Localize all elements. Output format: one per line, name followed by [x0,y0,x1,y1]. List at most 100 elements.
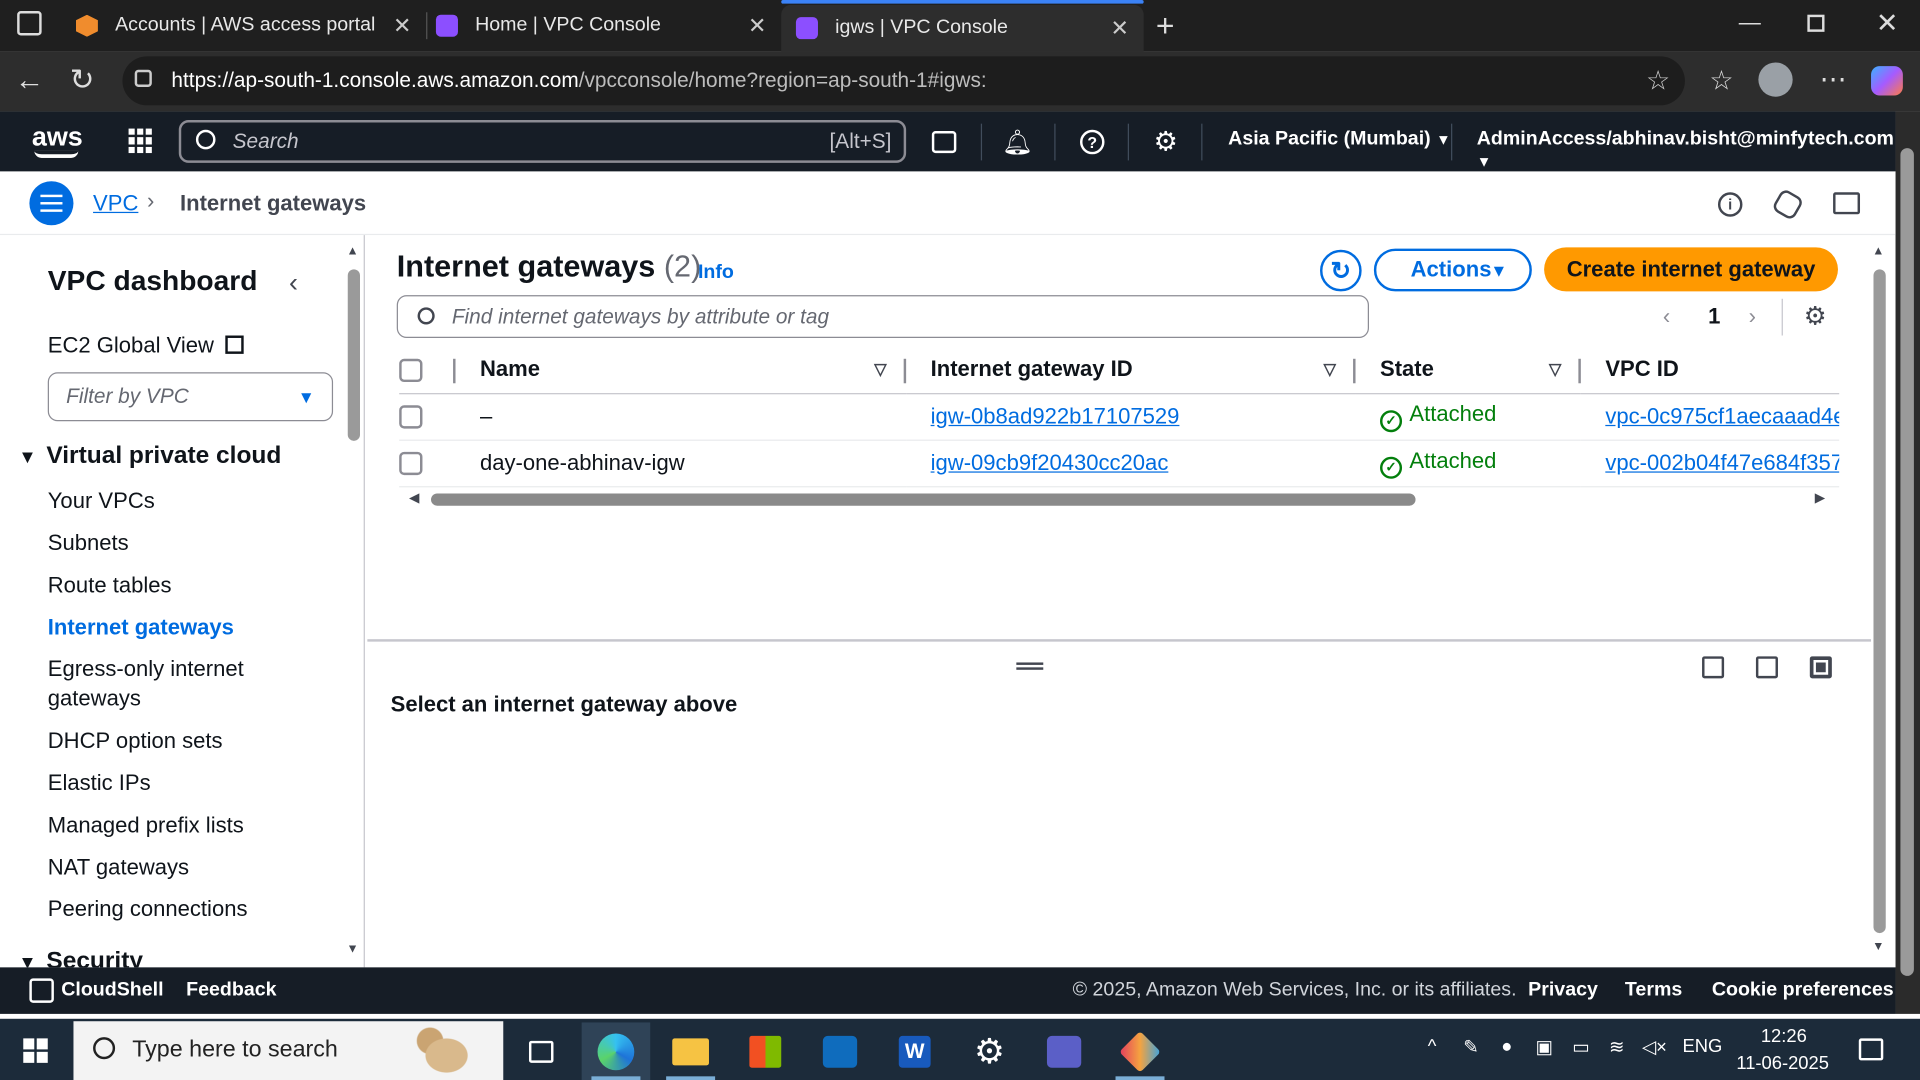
previous-page-icon[interactable]: ‹ [1663,304,1670,330]
cloudshell-link[interactable]: CloudShell [61,980,163,1002]
igw-id-link[interactable]: igw-09cb9f20430cc20ac [931,450,1169,474]
sidebar-item-your-vpcs[interactable]: Your VPCs [48,486,155,515]
sidebar-scroll-down-icon[interactable]: ▼ [347,943,359,956]
current-page-number[interactable]: 1 [1708,304,1720,330]
actions-button[interactable]: Actions ▼ [1373,248,1532,292]
vpc-id-link[interactable]: vpc-0c975cf1aecaaad4e [1605,403,1839,427]
tab-vpc-home[interactable]: Home | VPC Console ✕ [421,2,781,49]
table-row[interactable]: – igw-0b8ad922b17107529 ✓ Attached vpc-0c… [399,393,1840,441]
region-selector[interactable]: Asia Pacific (Mumbai) ▼ [1228,129,1451,151]
clock-time[interactable]: 12:26 [1761,1026,1807,1047]
table-row[interactable]: day-one-abhinav-igw igw-09cb9f20430cc20a… [399,439,1840,487]
content-scroll-down-icon[interactable]: ▼ [1872,940,1884,953]
column-header-name[interactable]: Name ▽ [455,346,907,394]
teams-icon[interactable] [1030,1022,1099,1080]
settings-gear-icon[interactable]: ⚙ [955,1022,1024,1080]
tray-monitor-icon[interactable]: ▣ [1536,1036,1553,1058]
back-icon[interactable]: ← [15,64,44,98]
sidebar-item-internet-gateways[interactable]: Internet gateways [48,612,234,641]
copilot-icon[interactable] [1871,66,1903,96]
breadcrumb-vpc-link[interactable]: VPC [93,191,138,217]
tab-igws[interactable]: igws | VPC Console ✕ [781,0,1144,52]
info-panel-icon[interactable]: i [1717,192,1743,217]
taskbar-search-input[interactable]: Type here to search [73,1021,504,1080]
table-horizontal-scrollbar[interactable] [431,493,1416,506]
word-icon[interactable]: W [880,1022,949,1080]
notifications-icon[interactable] [1858,1038,1884,1061]
sidebar-item-nat-gateways[interactable]: NAT gateways [48,852,189,881]
tray-app-icon[interactable]: ✎ [1463,1036,1478,1058]
wifi-icon[interactable]: ≋ [1609,1036,1624,1058]
clock-date[interactable]: 11-06-2025 [1736,1053,1829,1074]
sort-icon[interactable]: ▽ [1324,360,1336,380]
filter-by-vpc-select[interactable]: Filter by VPC ▼ [47,372,334,422]
sidebar-item-managed-prefix-lists[interactable]: Managed prefix lists [48,811,244,840]
vpc-id-link[interactable]: vpc-002b04f47e684f357 [1605,450,1839,474]
feedback-link[interactable]: Feedback [186,980,276,1002]
content-vertical-scrollbar[interactable] [1873,269,1886,934]
terms-link[interactable]: Terms [1625,980,1682,1002]
aws-logo[interactable]: aws [32,121,83,158]
sidebar-scrollbar[interactable] [347,269,361,441]
restore-icon[interactable] [1807,14,1825,32]
row-checkbox[interactable] [399,452,423,476]
sidebar-item-egress-only-internet-gateways[interactable]: Egress-only internet gateways [48,654,293,713]
sidebar-item-dhcp-option-sets[interactable]: DHCP option sets [48,726,223,755]
tab-actions-icon[interactable] [17,11,42,36]
help-icon[interactable]: ? [1076,126,1108,158]
scroll-right-icon[interactable]: ▶ [1815,490,1825,506]
select-all-checkbox[interactable] [399,358,423,383]
content-scroll-up-icon[interactable]: ▲ [1872,245,1884,258]
snipping-tool-icon[interactable] [1106,1022,1175,1080]
tab-aws-access-portal[interactable]: Accounts | AWS access portal ✕ [61,2,426,49]
microphone-icon[interactable]: ● [1501,1036,1512,1057]
collapse-sidebar-icon[interactable]: ‹ [289,267,298,299]
side-nav-toggle-button[interactable] [29,181,74,226]
column-header-vpc-id[interactable]: VPC ID [1580,346,1840,394]
row-checkbox[interactable] [399,405,423,429]
split-close-icon[interactable] [1809,656,1832,679]
sidebar-item-subnets[interactable]: Subnets [48,528,129,557]
security-shield-icon[interactable] [1771,187,1805,222]
igw-id-link[interactable]: igw-0b8ad922b17107529 [931,403,1180,427]
sidebar-section-security[interactable]: ▼ Security [18,948,143,968]
close-window-icon[interactable]: ✕ [1876,7,1899,39]
favorite-star-icon[interactable]: ☆ [1646,65,1670,97]
reload-icon[interactable]: ↻ [70,62,95,98]
account-menu[interactable]: AdminAccess/abhinav.bisht@minfytech.com … [1477,129,1896,173]
scroll-left-icon[interactable]: ◀ [409,490,419,506]
table-preferences-gear-icon[interactable]: ⚙ [1804,301,1827,332]
resize-handle-icon[interactable] [1016,662,1044,670]
input-language[interactable]: ENG [1682,1036,1722,1057]
sidebar-item-route-tables[interactable]: Route tables [48,571,172,600]
sidebar-title[interactable]: VPC dashboard [48,264,258,297]
sidebar-item-peering-connections[interactable]: Peering connections [48,894,248,923]
next-page-icon[interactable]: › [1749,304,1756,330]
file-explorer-icon[interactable] [656,1022,725,1080]
edge-browser-icon[interactable] [581,1022,651,1080]
close-tab-icon[interactable]: ✕ [1111,15,1129,41]
page-scrollbar[interactable] [1895,111,1920,1014]
sidebar-section-virtual-private-cloud[interactable]: ▼ Virtual private cloud [18,442,281,470]
split-side-icon[interactable] [1755,656,1778,679]
find-gateways-input[interactable]: Find internet gateways by attribute or t… [396,295,1369,338]
create-internet-gateway-button[interactable]: Create internet gateway [1544,247,1838,292]
sidebar-item-ec2-global-view[interactable]: EC2 Global View [48,333,244,359]
cloudshell-icon[interactable] [928,126,960,158]
outlook-icon[interactable] [806,1022,875,1080]
services-grid-icon[interactable] [128,128,153,154]
microsoft-store-icon[interactable] [731,1022,800,1080]
volume-muted-icon[interactable]: ◁× [1642,1036,1667,1058]
cloudshell-footer-icon[interactable] [29,978,54,1003]
split-panel-divider[interactable] [367,639,1872,642]
close-tab-icon[interactable]: ✕ [748,13,766,39]
notifications-bell-icon[interactable]: 🔔︎ [1002,126,1034,158]
windows-start-icon[interactable] [23,1038,48,1063]
sidebar-scroll-up-icon[interactable]: ▲ [347,245,359,258]
favorites-icon[interactable]: ☆ [1709,65,1733,97]
column-header-state[interactable]: State ▽ [1355,346,1581,394]
refresh-button[interactable]: ↻ [1320,249,1362,292]
profile-avatar[interactable] [1758,62,1793,97]
split-bottom-icon[interactable] [1702,656,1725,679]
show-hidden-icons-icon[interactable]: ^ [1428,1036,1437,1057]
